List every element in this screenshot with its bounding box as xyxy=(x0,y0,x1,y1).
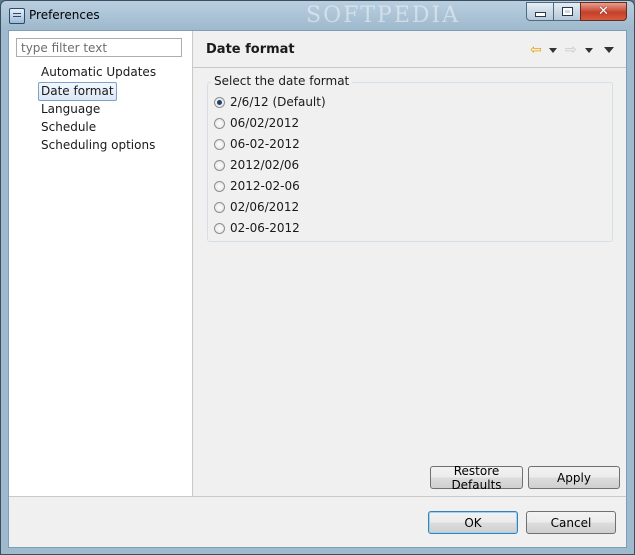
radio-option-dd-mm-yyyy-slash[interactable]: 06/02/2012 xyxy=(214,114,299,132)
chevron-down-icon xyxy=(585,47,593,53)
tree-item-language[interactable]: Language xyxy=(38,101,103,119)
radio-unchecked-icon[interactable] xyxy=(214,201,225,213)
filter-input[interactable] xyxy=(16,38,182,57)
tree-item-date-format[interactable]: Date format xyxy=(38,82,117,101)
tree-item-automatic-updates[interactable]: Automatic Updates xyxy=(38,64,159,82)
radio-option-yyyy-mm-dd-dash[interactable]: 2012-02-06 xyxy=(214,177,300,195)
radio-label: 2/6/12 (Default) xyxy=(230,95,326,109)
dialog-client-area: Automatic Updates Date format Language S… xyxy=(8,30,627,548)
radio-unchecked-icon[interactable] xyxy=(214,180,225,192)
maximize-button[interactable] xyxy=(553,2,581,21)
radio-option-mm-dd-yyyy-dash[interactable]: 02-06-2012 xyxy=(214,219,300,237)
preference-page: Date format ⇦ ⇨ Select the date format 2… xyxy=(193,31,626,496)
back-arrow-icon[interactable]: ⇦ xyxy=(530,42,542,58)
radio-unchecked-icon[interactable] xyxy=(214,138,225,150)
preferences-tree: Automatic Updates Date format Language S… xyxy=(35,64,159,155)
maximize-icon xyxy=(561,7,573,16)
minimize-button[interactable] xyxy=(526,2,554,21)
softpedia-watermark: SOFTPEDIA xyxy=(306,3,461,28)
minimize-icon xyxy=(534,12,546,17)
cancel-button[interactable]: Cancel xyxy=(526,511,616,534)
title-separator xyxy=(193,67,626,68)
tree-item-scheduling-options[interactable]: Scheduling options xyxy=(38,137,158,155)
window-title: Preferences xyxy=(29,8,100,22)
radio-option-mm-dd-yyyy-slash[interactable]: 02/06/2012 xyxy=(214,198,299,216)
menu-triangle-icon xyxy=(604,47,614,53)
preferences-window: Preferences SOFTPEDIA ✕ Automatic Update… xyxy=(0,0,635,555)
app-window-icon xyxy=(9,8,25,24)
apply-button[interactable]: Apply xyxy=(528,466,620,489)
radio-unchecked-icon[interactable] xyxy=(214,159,225,171)
forward-history-dropdown[interactable] xyxy=(585,43,593,57)
radio-label: 02/06/2012 xyxy=(230,200,300,214)
group-label: Select the date format xyxy=(211,74,353,88)
radio-checked-icon[interactable] xyxy=(214,96,225,108)
tree-item-schedule[interactable]: Schedule xyxy=(38,119,99,137)
chevron-down-icon xyxy=(549,47,557,53)
page-title: Date format xyxy=(206,42,295,57)
radio-unchecked-icon[interactable] xyxy=(214,222,225,234)
close-button[interactable]: ✕ xyxy=(580,2,627,21)
back-history-dropdown[interactable] xyxy=(549,43,557,57)
radio-label: 02-06-2012 xyxy=(230,221,300,235)
title-bar[interactable]: Preferences SOFTPEDIA ✕ xyxy=(1,1,634,31)
radio-label: 06/02/2012 xyxy=(230,116,300,130)
close-icon: ✕ xyxy=(598,4,609,19)
ok-button[interactable]: OK xyxy=(428,511,518,534)
radio-label: 2012/02/06 xyxy=(230,158,300,172)
restore-defaults-button[interactable]: Restore Defaults xyxy=(430,464,523,492)
radio-option-default[interactable]: 2/6/12 (Default) xyxy=(214,93,326,111)
radio-label: 06-02-2012 xyxy=(230,137,300,151)
preferences-tree-pane: Automatic Updates Date format Language S… xyxy=(9,31,193,496)
radio-label: 2012-02-06 xyxy=(230,179,300,193)
forward-arrow-icon[interactable]: ⇨ xyxy=(565,42,577,58)
radio-option-yyyy-mm-dd-slash[interactable]: 2012/02/06 xyxy=(214,156,299,174)
radio-option-dd-mm-yyyy-dash[interactable]: 06-02-2012 xyxy=(214,135,300,153)
view-menu-button[interactable] xyxy=(604,43,614,57)
radio-unchecked-icon[interactable] xyxy=(214,117,225,129)
footer-separator xyxy=(9,496,626,497)
